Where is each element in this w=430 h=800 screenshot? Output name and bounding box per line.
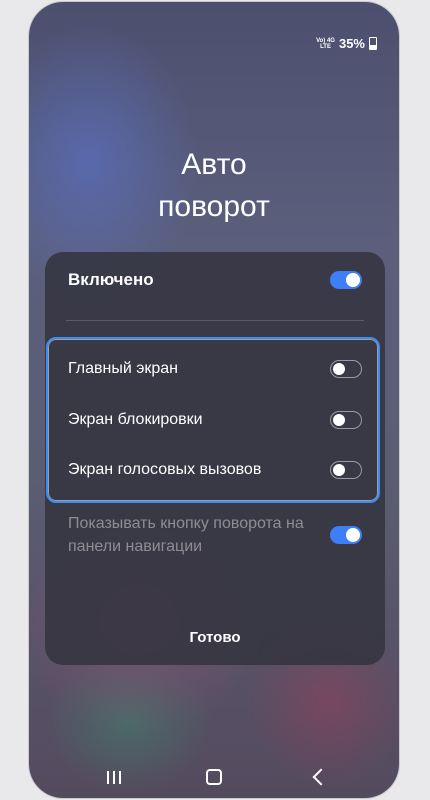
network-indicator: Vo) 4G LTE [316, 38, 335, 50]
back-button[interactable] [299, 764, 339, 790]
network-bottom-label: LTE [320, 43, 331, 50]
lock-screen-toggle[interactable] [330, 411, 362, 429]
recent-apps-icon [107, 770, 121, 784]
nav-rotate-button-toggle[interactable] [330, 526, 362, 544]
battery-icon [369, 37, 377, 50]
enabled-row[interactable]: Включено [68, 270, 362, 290]
back-icon [312, 768, 330, 786]
lock-screen-row[interactable]: Экран блокировки [68, 411, 362, 429]
nav-rotate-button-row[interactable]: Показывать кнопку поворота на панели нав… [68, 512, 362, 558]
dialog-title: Авто поворот [29, 144, 399, 228]
battery-percent: 35% [338, 36, 365, 51]
home-icon [206, 769, 222, 785]
dialog-title-line2: поворот [158, 190, 270, 223]
home-screen-row[interactable]: Главный экран [68, 360, 362, 378]
voice-call-screen-toggle[interactable] [330, 461, 362, 479]
status-bar: Vo) 4G LTE 35% [316, 36, 377, 51]
voice-call-screen-row[interactable]: Экран голосовых вызовов [68, 461, 362, 479]
enabled-label: Включено [68, 270, 154, 289]
dialog-title-line1: Авто [181, 148, 247, 181]
enabled-toggle[interactable] [330, 271, 362, 289]
voice-call-screen-label: Экран голосовых вызовов [68, 461, 262, 478]
home-screen-toggle[interactable] [330, 360, 362, 378]
lock-screen-label: Экран блокировки [68, 411, 203, 428]
done-button[interactable]: Готово [45, 629, 385, 646]
divider [66, 320, 364, 321]
recent-apps-button[interactable] [94, 764, 134, 790]
home-screen-label: Главный экран [68, 360, 179, 377]
navigation-bar [29, 764, 399, 790]
home-button[interactable] [194, 764, 234, 790]
nav-rotate-button-label: Показывать кнопку поворота на панели нав… [68, 515, 304, 555]
